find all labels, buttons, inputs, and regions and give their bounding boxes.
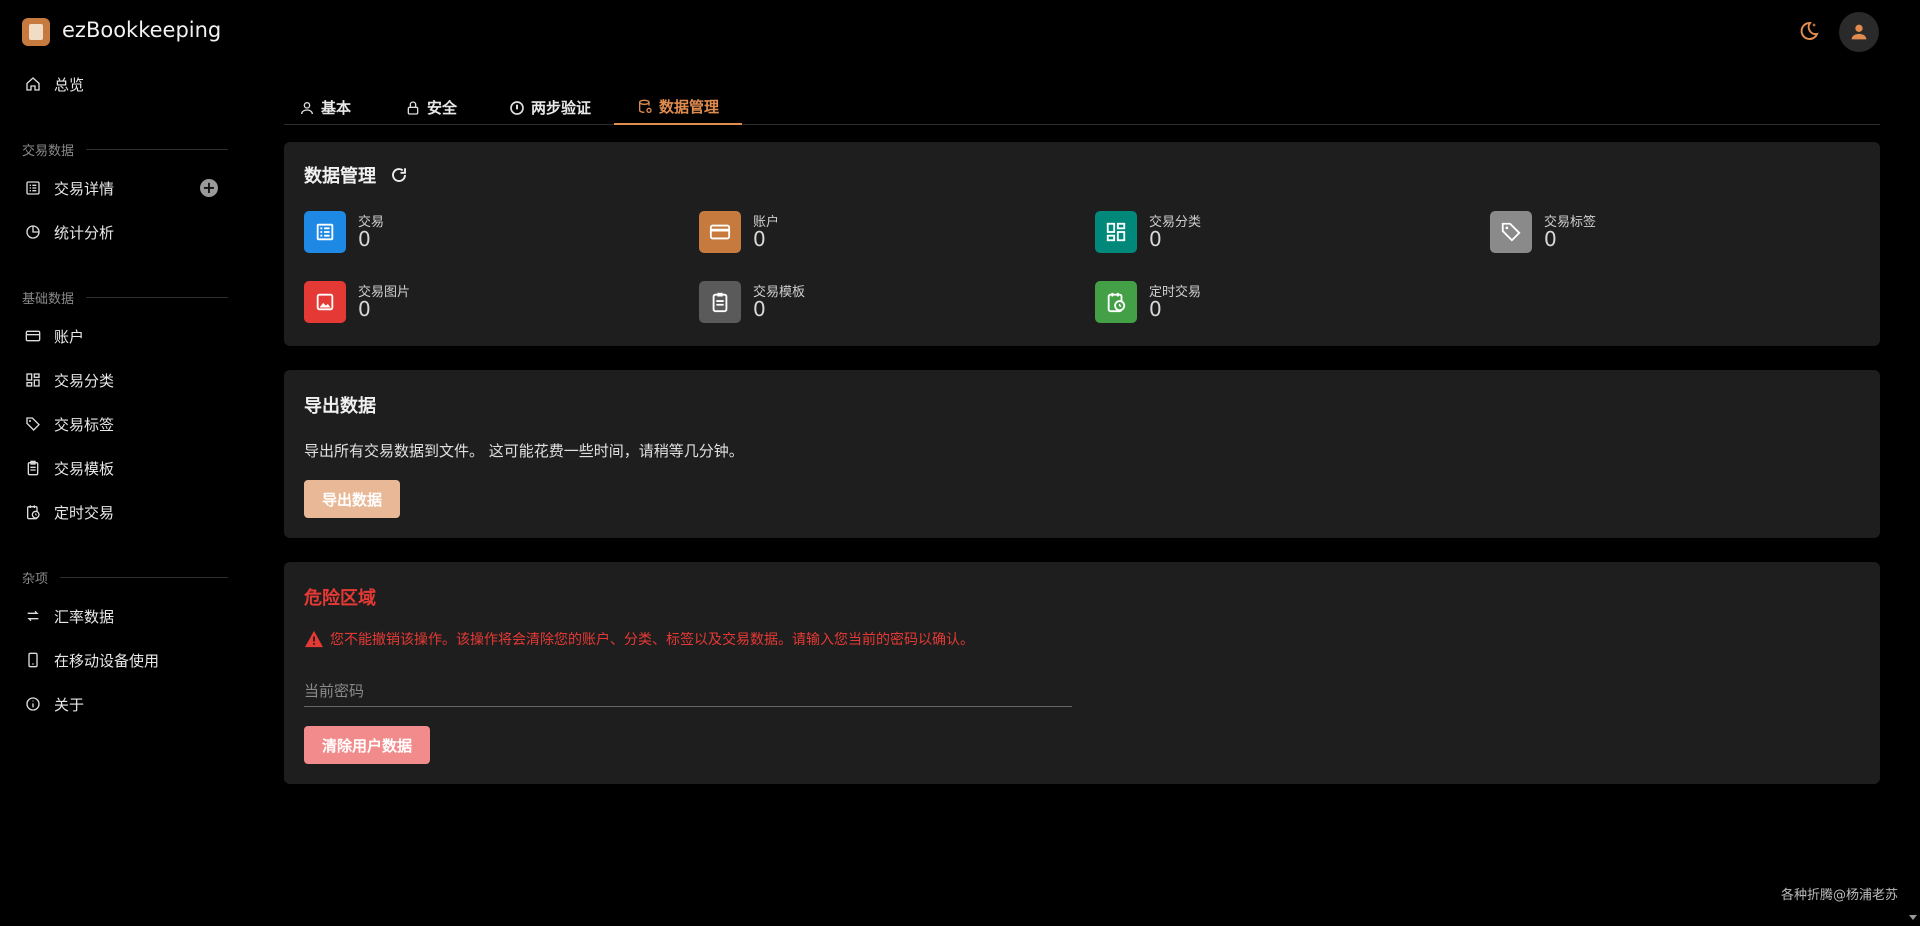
calendar-clock-icon — [1095, 281, 1137, 323]
sidebar-item-label: 账户 — [54, 326, 84, 347]
tab-data-management[interactable]: 数据管理 — [614, 90, 742, 125]
stat-transactions: 交易 0 — [304, 211, 634, 255]
calendar-clock-icon — [24, 503, 42, 521]
swap-icon — [24, 607, 42, 625]
stat-templates: 交易模板 0 — [699, 281, 1029, 325]
list-icon — [304, 211, 346, 253]
sidebar-item-label: 总览 — [54, 74, 84, 95]
card-title: 导出数据 — [304, 392, 376, 418]
tab-basic[interactable]: 基本 — [292, 90, 358, 125]
sidebar-item-overview[interactable]: 总览 — [12, 66, 232, 102]
stat-tags: 交易标签 0 — [1490, 211, 1820, 255]
sidebar-item-exchange-rates[interactable]: 汇率数据 — [12, 598, 232, 634]
clear-user-data-button[interactable]: 清除用户数据 — [304, 726, 430, 764]
sidebar-item-label: 汇率数据 — [54, 606, 114, 627]
export-card: 导出数据 导出所有交易数据到文件。 这可能花费一些时间，请稍等几分钟。 导出数据 — [284, 370, 1880, 538]
tag-icon — [1490, 211, 1532, 253]
section-heading: 杂项 — [22, 568, 228, 587]
refresh-icon[interactable] — [390, 166, 408, 189]
list-icon — [24, 179, 42, 197]
top-bar: ezBookkeeping — [0, 0, 1920, 66]
credit-card-icon — [699, 211, 741, 253]
footer-watermark: 各种折腾@杨浦老苏 — [1781, 884, 1898, 903]
phone-icon — [24, 651, 42, 669]
sidebar-item-tags[interactable]: 交易标签 — [12, 406, 232, 442]
stat-scheduled: 定时交易 0 — [1095, 281, 1425, 325]
two-factor-icon — [509, 100, 525, 116]
card-title: 数据管理 — [304, 162, 408, 189]
stat-accounts: 账户 0 — [699, 211, 1029, 255]
card-title: 危险区域 — [304, 584, 376, 610]
export-data-button[interactable]: 导出数据 — [304, 480, 400, 518]
lock-icon — [405, 100, 421, 116]
clipboard-icon — [699, 281, 741, 323]
sidebar-item-about[interactable]: 关于 — [12, 686, 232, 722]
user-icon — [299, 100, 315, 116]
sidebar-item-label: 在移动设备使用 — [54, 650, 159, 671]
image-icon — [304, 281, 346, 323]
settings-tabs: 基本 安全 两步验证 数据管理 — [284, 90, 1880, 125]
current-password-input[interactable] — [304, 675, 1072, 707]
section-heading: 交易数据 — [22, 140, 228, 159]
user-icon — [1848, 21, 1870, 43]
theme-toggle-icon[interactable] — [1796, 20, 1820, 44]
section-heading: 基础数据 — [22, 288, 228, 307]
home-icon — [24, 75, 42, 93]
sidebar-item-categories[interactable]: 交易分类 — [12, 362, 232, 398]
sidebar-item-label: 统计分析 — [54, 222, 114, 243]
user-avatar[interactable] — [1839, 12, 1879, 52]
info-icon — [24, 695, 42, 713]
database-settings-icon — [637, 99, 653, 115]
sidebar-item-accounts[interactable]: 账户 — [12, 318, 232, 354]
warning-icon — [304, 630, 324, 648]
sidebar-item-label: 交易详情 — [54, 178, 114, 199]
sidebar-item-templates[interactable]: 交易模板 — [12, 450, 232, 486]
danger-zone-card: 危险区域 您不能撤销该操作。该操作将会清除您的账户、分类、标签以及交易数据。请输… — [284, 562, 1880, 784]
sidebar-item-label: 关于 — [54, 694, 84, 715]
sidebar-item-label: 交易模板 — [54, 458, 114, 479]
clipboard-icon — [24, 459, 42, 477]
sidebar-item-transaction-details[interactable]: 交易详情 + — [12, 170, 232, 206]
scroll-down-icon[interactable] — [1908, 907, 1918, 917]
sidebar-item-label: 交易标签 — [54, 414, 114, 435]
sidebar-item-statistics[interactable]: 统计分析 — [12, 214, 232, 250]
grid-icon — [1095, 211, 1137, 253]
pie-chart-icon — [24, 223, 42, 241]
tab-two-factor[interactable]: 两步验证 — [502, 90, 598, 125]
app-logo[interactable] — [22, 18, 50, 46]
app-title[interactable]: ezBookkeeping — [62, 18, 221, 42]
sidebar-item-label: 交易分类 — [54, 370, 114, 391]
danger-warning: 您不能撤销该操作。该操作将会清除您的账户、分类、标签以及交易数据。请输入您当前的… — [304, 629, 974, 649]
export-description: 导出所有交易数据到文件。 这可能花费一些时间，请稍等几分钟。 — [304, 440, 744, 461]
stat-categories: 交易分类 0 — [1095, 211, 1425, 255]
sidebar-item-scheduled[interactable]: 定时交易 — [12, 494, 232, 530]
grid-icon — [24, 371, 42, 389]
sidebar-item-label: 定时交易 — [54, 502, 114, 523]
stat-pictures: 交易图片 0 — [304, 281, 634, 325]
sidebar-item-mobile[interactable]: 在移动设备使用 — [12, 642, 232, 678]
tab-security[interactable]: 安全 — [398, 90, 464, 125]
add-transaction-icon[interactable]: + — [200, 179, 218, 197]
data-management-card: 数据管理 交易 0 账户 0 交易分类 0 交易标签 0 交易图片 0 交易模板… — [284, 142, 1880, 346]
credit-card-icon — [24, 327, 42, 345]
tag-icon — [24, 415, 42, 433]
